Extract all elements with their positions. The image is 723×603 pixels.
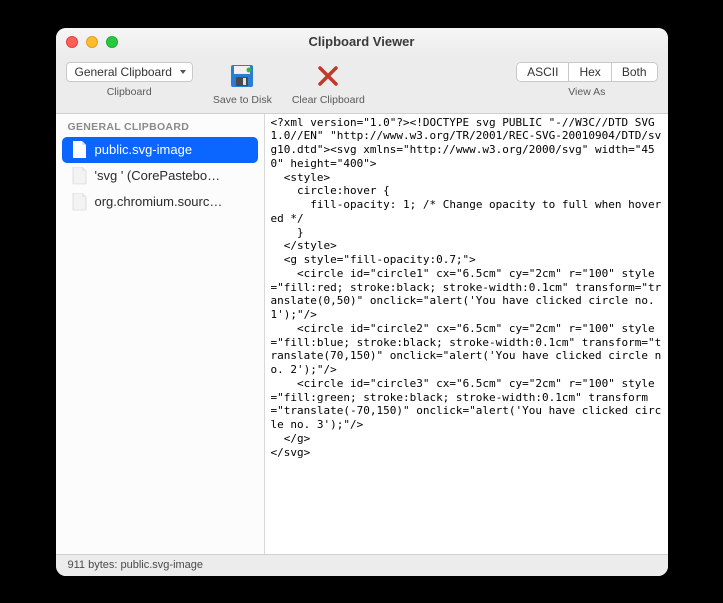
file-icon [72,141,87,159]
x-icon [316,64,340,88]
sidebar-item-org-chromium-source[interactable]: org.chromium.sourc… [62,189,258,215]
clear-button[interactable] [314,62,342,90]
view-as-segmented: ASCII Hex Both [516,62,657,82]
content-viewer[interactable]: <?xml version="1.0"?><!DOCTYPE svg PUBLI… [265,114,668,554]
sidebar-item-public-svg-image[interactable]: public.svg-image [62,137,258,163]
clipboard-group-label: Clipboard [107,86,152,98]
clipboard-selector-group: General Clipboard Clipboard [66,62,193,98]
sidebar-item-label: org.chromium.sourc… [95,194,223,209]
sidebar-section-header: GENERAL CLIPBOARD [56,117,264,137]
file-icon [72,193,87,211]
clear-label: Clear Clipboard [292,94,365,106]
save-button[interactable] [228,62,256,90]
clipboard-dropdown[interactable]: General Clipboard [66,62,193,82]
status-text: 911 bytes: public.svg-image [68,559,204,571]
clear-clipboard-group: Clear Clipboard [292,62,365,106]
toolbar: General Clipboard Clipboard Save to Disk [56,56,668,114]
window-title: Clipboard Viewer [56,34,668,49]
sidebar-item-label: public.svg-image [95,142,193,157]
statusbar: 911 bytes: public.svg-image [56,554,668,576]
titlebar: Clipboard Viewer [56,28,668,56]
maximize-icon[interactable] [106,36,118,48]
floppy-disk-icon [229,63,255,89]
app-window: Clipboard Viewer General Clipboard Clipb… [56,28,668,576]
save-to-disk-group: Save to Disk [213,62,272,106]
file-icon [72,167,87,185]
view-hex-button[interactable]: Hex [569,63,611,81]
sidebar-item-label: 'svg ' (CorePastebo… [95,168,221,183]
view-as-label: View As [568,86,605,98]
save-label: Save to Disk [213,94,272,106]
view-both-button[interactable]: Both [612,63,657,81]
content-area: GENERAL CLIPBOARD public.svg-image 'svg … [56,114,668,554]
view-ascii-button[interactable]: ASCII [517,63,569,81]
close-icon[interactable] [66,36,78,48]
minimize-icon[interactable] [86,36,98,48]
traffic-lights [66,36,118,48]
clipboard-dropdown-label: General Clipboard [75,65,172,79]
sidebar: GENERAL CLIPBOARD public.svg-image 'svg … [56,114,265,554]
sidebar-item-svg-corepasteboard[interactable]: 'svg ' (CorePastebo… [62,163,258,189]
view-as-group: ASCII Hex Both View As [516,62,657,98]
